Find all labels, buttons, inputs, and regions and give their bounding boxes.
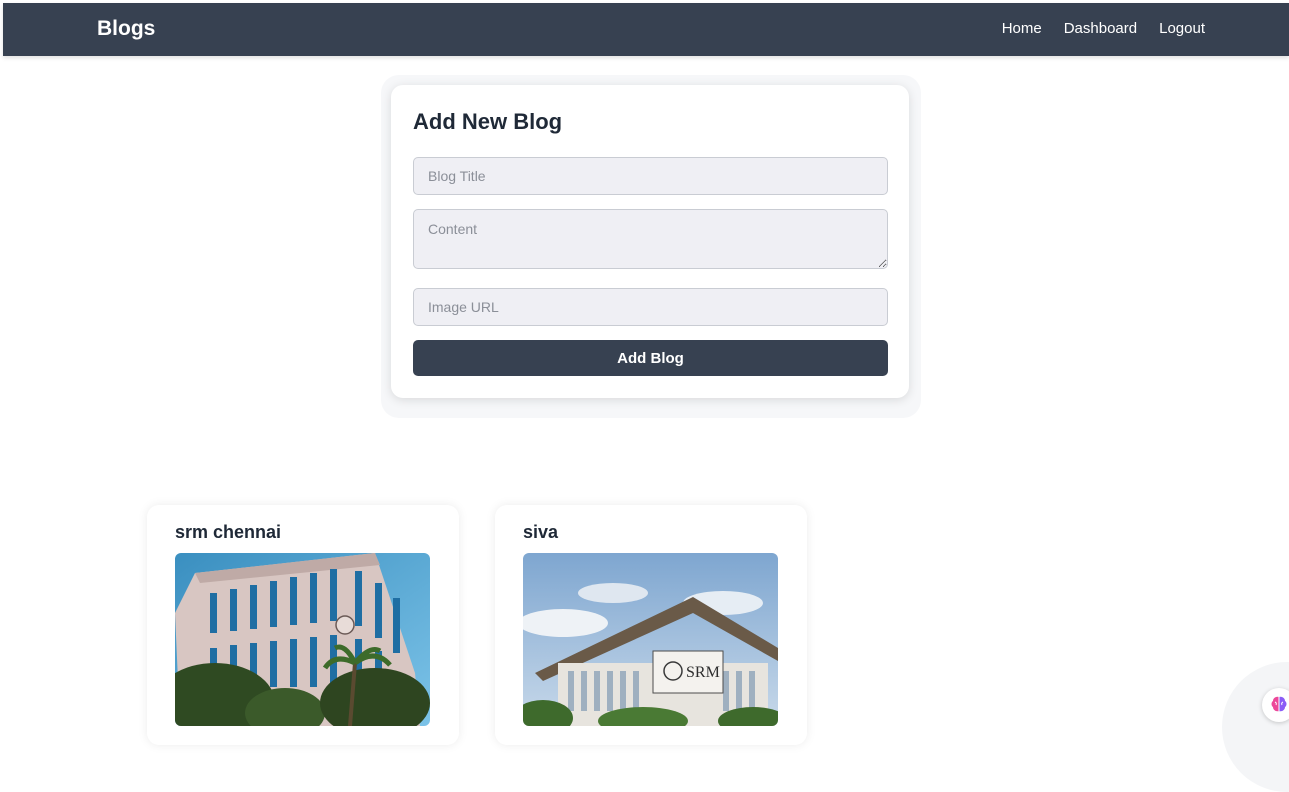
blog-card[interactable]: srm chennai: [147, 505, 459, 745]
brand-logo[interactable]: Blogs: [97, 17, 155, 41]
building-photo-image: [175, 553, 430, 726]
assistant-backdrop: [1222, 662, 1289, 792]
form-title: Add New Blog: [413, 109, 563, 134]
nav-link-logout[interactable]: Logout: [1159, 20, 1205, 37]
image-url-input[interactable]: [413, 288, 888, 326]
nav-links: Home Dashboard Logout: [1002, 20, 1205, 37]
blog-card-title: siva: [523, 522, 559, 542]
brain-icon: [1271, 696, 1287, 712]
nav-link-home[interactable]: Home: [1002, 20, 1042, 37]
srm-building-photo-image: SRM: [523, 553, 778, 726]
blog-card-title: srm chennai: [175, 522, 282, 542]
add-blog-form: Add New Blog Add Blog: [391, 85, 909, 398]
add-blog-button[interactable]: Add Blog: [413, 340, 888, 376]
blog-content-textarea[interactable]: [413, 209, 888, 269]
svg-text:SRM: SRM: [686, 664, 720, 681]
nav-link-dashboard[interactable]: Dashboard: [1064, 20, 1137, 37]
navbar: Blogs Home Dashboard Logout: [3, 3, 1289, 56]
blog-card[interactable]: siva SRM: [495, 505, 807, 745]
assistant-button[interactable]: [1262, 688, 1289, 722]
blog-title-input[interactable]: [413, 157, 888, 195]
